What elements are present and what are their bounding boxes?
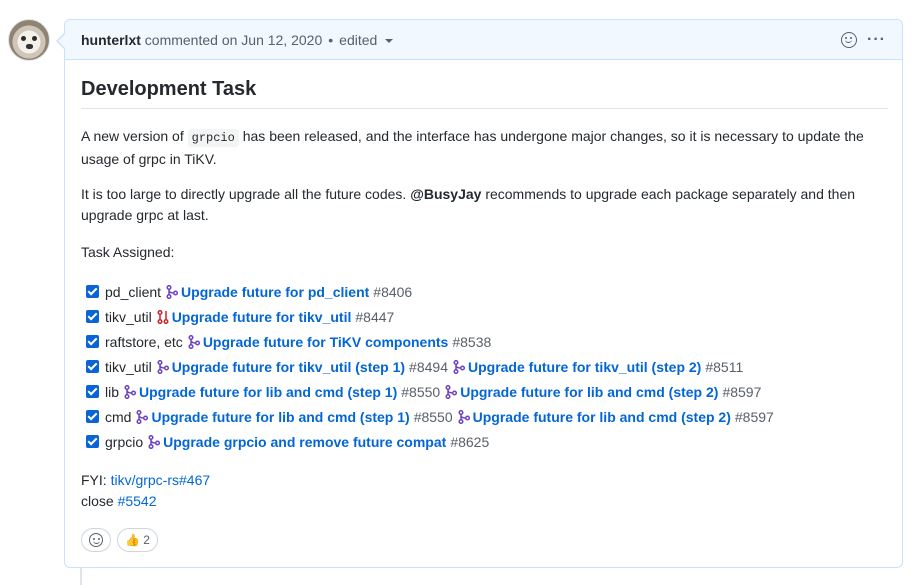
closed-pr-icon [152,309,172,324]
header-separator: • [328,31,334,48]
close-issue-link[interactable]: #5542 [118,493,157,509]
comment-header: hunterlxt commented on Jun 12, 2020 • ed… [65,20,902,60]
pr-number: #8550 [401,383,441,400]
mention-link[interactable]: @BusyJay [410,186,481,202]
merged-pr-icon [143,434,163,449]
task-item: grpcio Upgrade grpcio and remove future c… [81,429,489,454]
pr-link[interactable]: Upgrade future for TiKV components [203,334,449,350]
task-item: lib Upgrade future for lib and cmd (step … [81,379,761,404]
add-reaction-button[interactable] [81,528,111,552]
avatar-eye [32,36,37,41]
merged-pr-icon [131,409,151,424]
task-checkbox[interactable] [86,335,99,348]
pr-link[interactable]: Upgrade future for lib and cmd (step 2) [473,409,731,425]
comment-pointer-inner [58,34,65,48]
task-item: tikv_util Upgrade future for tikv_util #84… [81,304,394,329]
task-checkbox[interactable] [86,385,99,398]
task-label: tikv_util [105,308,152,325]
task-label: lib [105,383,120,400]
task-item: cmd Upgrade future for lib and cmd (step … [81,404,774,429]
avatar-eye [21,36,26,41]
pr-link[interactable]: Upgrade future for tikv_util (step 2) [468,359,701,375]
task-item: raftstore, etc Upgrade future for TiKV co… [81,329,491,354]
comment-action: commented on Jun 12, 2020 [144,31,323,48]
more-options-button[interactable]: ··· [867,31,886,47]
pr-number: #8406 [373,283,413,300]
fyi-link[interactable]: tikv/grpc-rs#467 [111,472,211,488]
tasks-heading: Task Assigned: [81,244,175,260]
author-link[interactable]: hunterlxt [81,32,141,48]
pr-number: #8447 [355,308,395,325]
pr-number: #8538 [452,333,492,350]
merged-pr-icon [152,359,172,374]
task-label: raftstore, etc [105,333,183,350]
task-item: tikv_util Upgrade future for tikv_util (s… [81,354,743,379]
chevron-down-icon [385,38,394,43]
merged-pr-icon [448,359,468,374]
pr-number: #8597 [734,408,774,425]
pr-link[interactable]: Upgrade future for lib and cmd (step 2) [460,384,718,400]
paragraph-intro: A new version of grpcio has been release… [81,128,864,167]
thumbs-up-reaction[interactable]: 👍 2 [117,528,158,552]
reactions-bar: 👍 2 [81,528,158,552]
merged-pr-icon [183,334,203,349]
pr-number: #8511 [705,358,744,375]
task-label: tikv_util [105,358,152,375]
task-checkbox[interactable] [86,360,99,373]
edited-dropdown[interactable]: edited [339,32,394,48]
inline-code: grpcio [187,129,239,147]
pr-link[interactable]: Upgrade future for pd_client [181,284,369,300]
merged-pr-icon [453,409,473,424]
merged-pr-icon [119,384,139,399]
pr-link[interactable]: Upgrade future for tikv_util [172,309,352,325]
paragraph-upgrade: It is too large to directly upgrade all … [81,186,856,223]
comment-body: Development Task [81,76,888,109]
avatar-nose [26,44,33,49]
pr-number: #8625 [450,433,490,450]
pr-number: #8550 [413,408,453,425]
task-label: pd_client [105,283,162,300]
author-avatar[interactable] [8,19,50,61]
add-reaction-icon[interactable] [841,31,858,48]
pr-link[interactable]: Upgrade future for lib and cmd (step 1) [151,409,409,425]
task-label: cmd [105,408,132,425]
smiley-icon [89,533,103,547]
task-checkbox[interactable] [86,410,99,423]
task-label: grpcio [105,433,144,450]
task-checkbox[interactable] [86,310,99,323]
fyi-line: FYI: tikv/grpc-rs#467 [81,472,211,488]
pr-number: #8597 [722,383,762,400]
pr-link[interactable]: Upgrade future for lib and cmd (step 1) [139,384,397,400]
timeline-line [80,568,82,585]
merged-pr-icon [161,284,181,299]
merged-pr-icon [440,384,460,399]
close-line: close #5542 [81,493,157,509]
task-checkbox[interactable] [86,435,99,448]
task-item: pd_client Upgrade future for pd_client #84… [81,279,412,304]
task-checkbox[interactable] [86,285,99,298]
heading-development-task: Development Task [81,76,888,109]
reaction-count: 2 [143,533,150,547]
thumbs-up-icon: 👍 [125,533,140,547]
pr-number: #8494 [409,358,448,375]
pr-link[interactable]: Upgrade grpcio and remove future compat [163,434,446,450]
pr-link[interactable]: Upgrade future for tikv_util (step 1) [172,359,405,375]
